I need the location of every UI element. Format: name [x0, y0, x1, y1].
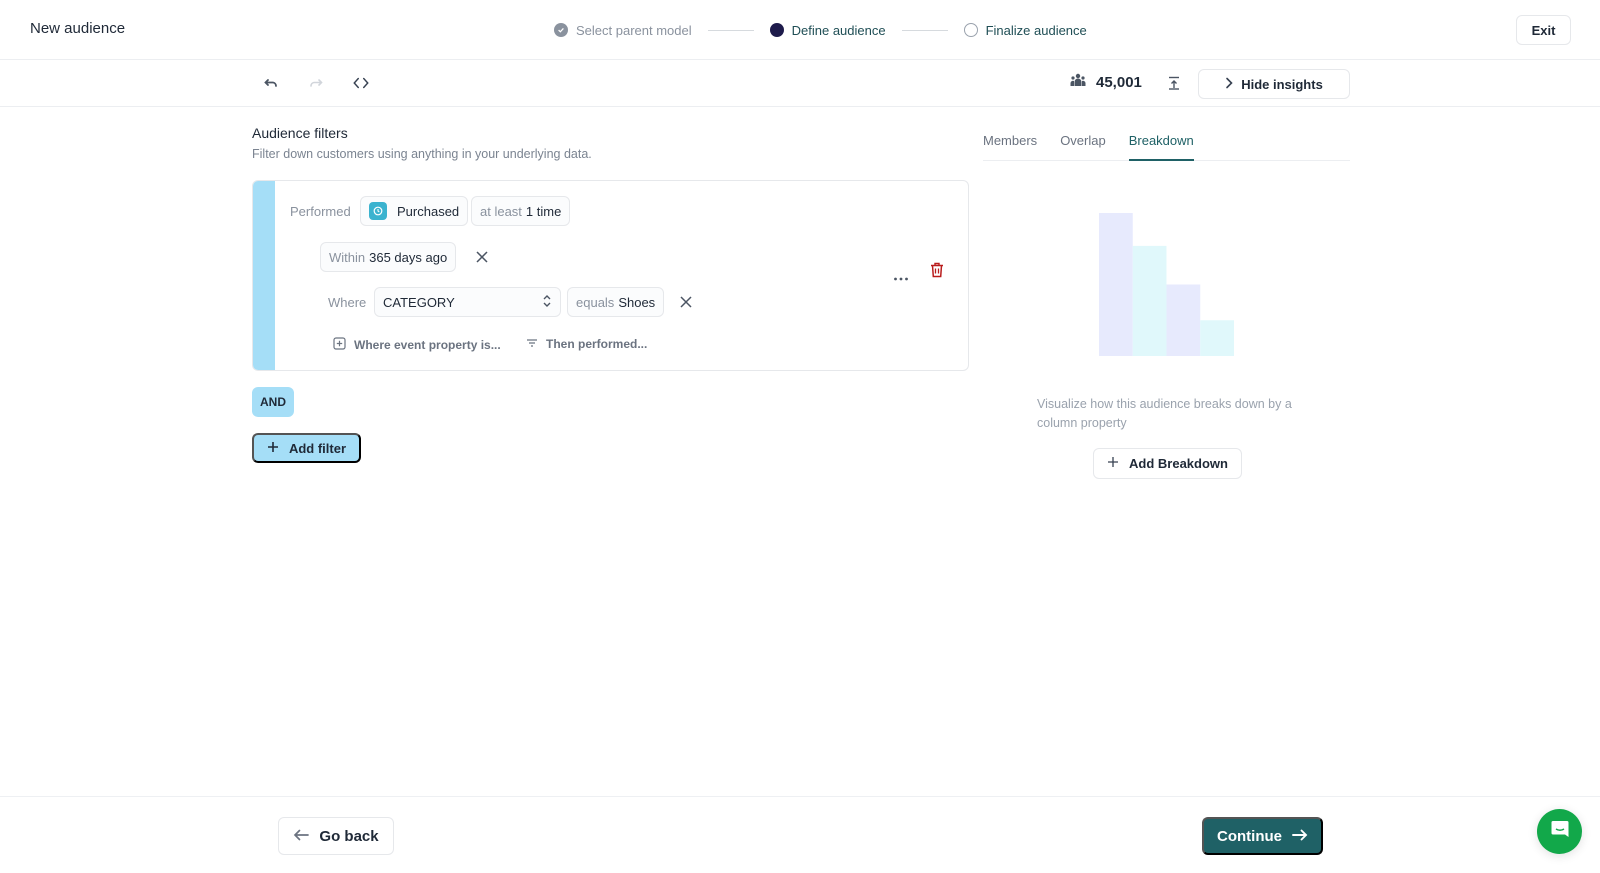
step-define-audience[interactable]: Define audience — [769, 22, 886, 38]
hide-insights-label: Hide insights — [1241, 76, 1323, 92]
tab-members[interactable]: Members — [983, 126, 1037, 161]
frequency-select[interactable]: at least 1 time — [471, 196, 571, 226]
exit-button[interactable]: Exit — [1516, 15, 1571, 45]
chat-launcher-button[interactable] — [1537, 809, 1582, 854]
top-header: New audience Select parent model Define … — [0, 0, 1600, 60]
plus-square-icon — [333, 337, 346, 353]
active-step-icon — [769, 23, 784, 37]
step-select-parent-model[interactable]: Select parent model — [554, 23, 692, 38]
breakdown-empty-text: Visualize how this audience breaks down … — [1037, 397, 1292, 430]
arrow-left-icon — [293, 828, 310, 845]
continue-label: Continue — [1217, 827, 1282, 845]
within-prefix: Within — [329, 249, 366, 265]
refresh-count-icon[interactable] — [1165, 74, 1183, 92]
redo-icon[interactable] — [307, 74, 325, 92]
performed-label: Performed — [290, 204, 351, 219]
remove-property-filter-icon[interactable] — [679, 295, 693, 309]
filter-accent-bar — [253, 181, 275, 370]
time-window-select[interactable]: Within 365 days ago — [320, 242, 457, 272]
tab-overlap[interactable]: Overlap — [1060, 126, 1106, 161]
step-label: Select parent model — [576, 22, 692, 38]
code-icon[interactable] — [352, 74, 370, 92]
chevron-up-down-icon — [542, 294, 552, 311]
audience-count: 45,001 — [1096, 73, 1142, 91]
event-select[interactable]: Purchased — [360, 196, 469, 226]
filters-subtitle: Filter down customers using anything in … — [252, 147, 592, 161]
add-breakdown-label: Add Breakdown — [1129, 456, 1228, 471]
chevron-right-icon — [1225, 77, 1233, 92]
remove-time-window-icon[interactable] — [475, 250, 489, 264]
check-circle-icon — [554, 23, 568, 37]
placeholder-bar-3 — [1166, 284, 1201, 356]
event-clock-icon — [369, 202, 387, 220]
then-performed-label: Then performed... — [546, 337, 648, 351]
go-back-button[interactable]: Go back — [278, 817, 394, 855]
arrow-right-icon — [1292, 828, 1308, 845]
filters-title: Audience filters — [252, 125, 348, 141]
operator-value: Shoes — [618, 294, 656, 310]
step-label: Define audience — [791, 22, 886, 38]
go-back-label: Go back — [319, 827, 379, 845]
undo-icon[interactable] — [262, 74, 280, 92]
event-filter-card: Performed Purchased at least 1 time With… — [252, 180, 969, 371]
within-value: 365 days ago — [369, 249, 448, 265]
page-title: New audience — [30, 20, 126, 37]
and-operator-toggle[interactable]: AND — [252, 387, 294, 417]
hide-insights-button[interactable]: Hide insights — [1198, 69, 1350, 99]
users-icon — [1070, 73, 1086, 91]
add-event-property-button[interactable]: Where event property is... — [333, 337, 501, 353]
then-performed-button[interactable]: Then performed... — [526, 337, 647, 351]
operator-select[interactable]: equals Shoes — [567, 287, 665, 317]
step-connector — [901, 29, 948, 31]
step-label: Finalize audience — [985, 22, 1087, 38]
plus-icon — [267, 441, 279, 456]
operator-label: equals — [576, 294, 615, 310]
frequency-prefix: at least — [480, 203, 522, 219]
step-connector — [707, 29, 754, 31]
event-name: Purchased — [397, 203, 460, 219]
add-breakdown-button[interactable]: Add Breakdown — [1093, 448, 1242, 479]
property-select[interactable]: CATEGORY — [374, 287, 561, 317]
add-filter-button[interactable]: Add filter — [252, 433, 361, 463]
add-property-label: Where event property is... — [354, 338, 501, 352]
toolbar: 45,001 Hide insights — [0, 60, 1600, 107]
placeholder-bar-4 — [1200, 320, 1234, 356]
empty-circle-icon — [963, 23, 978, 37]
plus-icon — [1107, 456, 1119, 471]
breakdown-placeholder-chart — [1099, 213, 1234, 356]
add-filter-label: Add filter — [288, 440, 347, 456]
footer: Go back Continue — [0, 796, 1600, 873]
chat-bubble-icon — [1550, 819, 1570, 844]
continue-button[interactable]: Continue — [1202, 817, 1323, 855]
delete-filter-icon[interactable] — [930, 262, 944, 283]
tab-breakdown[interactable]: Breakdown — [1128, 126, 1194, 161]
funnel-lines-icon — [526, 337, 538, 351]
stepper: Select parent model Define audience Fina… — [554, 19, 1087, 41]
insights-tabs: Members Overlap Breakdown — [983, 126, 1350, 161]
where-label: Where — [328, 295, 367, 310]
placeholder-bar-2 — [1132, 245, 1167, 356]
frequency-value: 1 time — [525, 203, 562, 219]
property-value: CATEGORY — [383, 294, 455, 310]
placeholder-bar-1 — [1099, 213, 1133, 356]
more-options-icon[interactable] — [893, 268, 909, 286]
audience-size: 45,001 — [1070, 73, 1142, 91]
step-finalize-audience[interactable]: Finalize audience — [963, 22, 1087, 38]
